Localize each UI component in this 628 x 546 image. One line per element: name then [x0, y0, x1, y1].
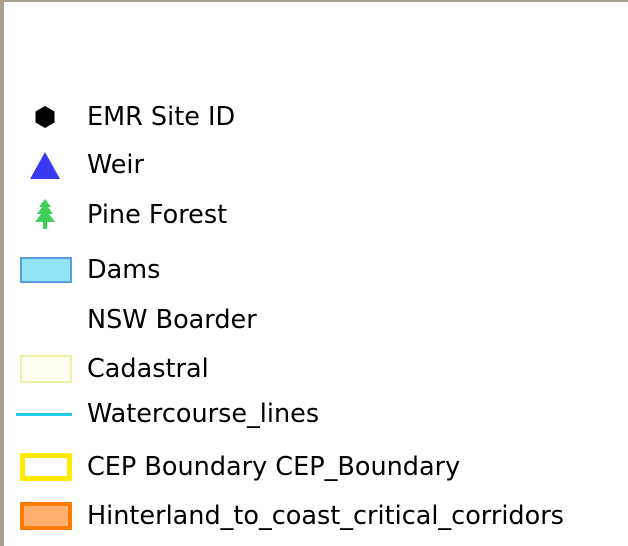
cadastral-swatch: [20, 349, 78, 389]
watercourse-line-swatch: [16, 394, 74, 434]
dams-swatch: [20, 250, 78, 290]
pine-tree-icon: [16, 195, 74, 235]
map-legend: EMR Site ID Weir Pine Forest Dams NSW Bo…: [4, 2, 628, 546]
cep-boundary-swatch: [20, 447, 78, 487]
legend-label-weir: Weir: [87, 150, 144, 180]
legend-label-hinterland-corridors: Hinterland_to_coast_critical_corridors: [87, 501, 564, 531]
hexagon-icon: [16, 97, 74, 137]
legend-label-emr-site-id: EMR Site ID: [87, 102, 236, 132]
legend-label-pine-forest: Pine Forest: [87, 200, 228, 230]
legend-label-cadastral: Cadastral: [87, 354, 209, 384]
legend-label-dams: Dams: [87, 255, 161, 285]
legend-label-watercourse-lines: Watercourse_lines: [87, 399, 320, 429]
hinterland-swatch: [20, 496, 78, 536]
legend-label-nsw-boarder: NSW Boarder: [87, 305, 257, 335]
legend-label-cep-boundary: CEP Boundary CEP_Boundary: [87, 452, 461, 482]
triangle-icon: [16, 145, 74, 185]
